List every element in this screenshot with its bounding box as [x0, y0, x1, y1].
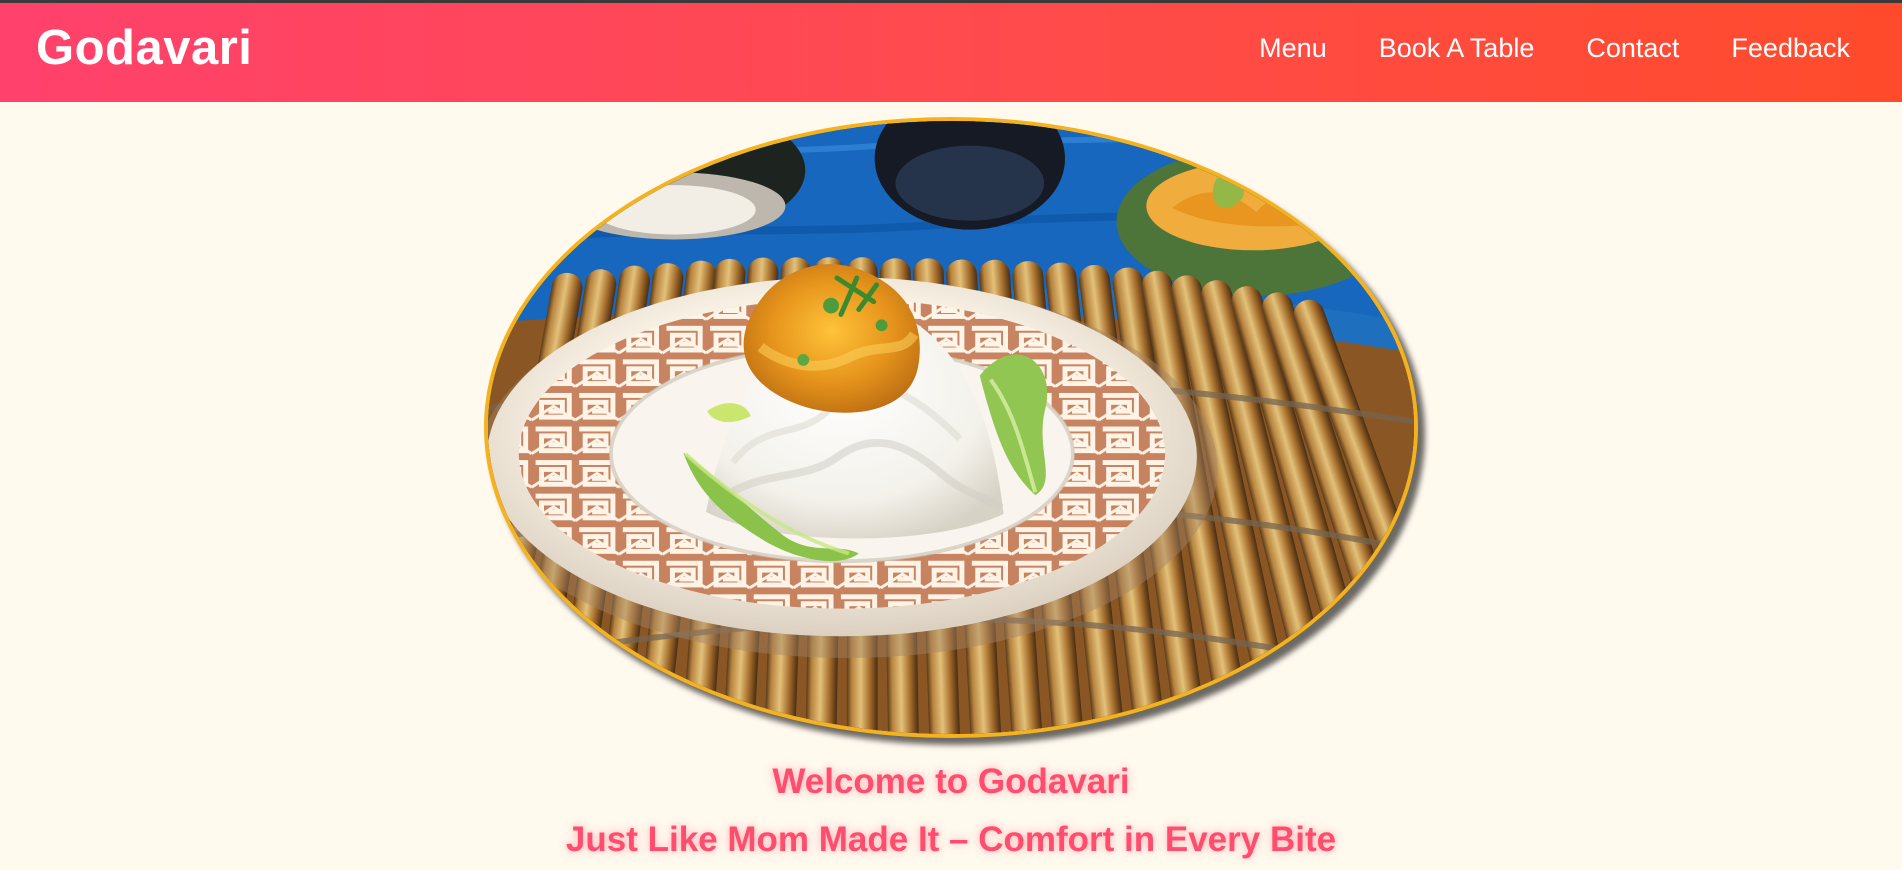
- hero-food-image: [484, 117, 1418, 738]
- nav-feedback-link[interactable]: Feedback: [1731, 35, 1850, 62]
- homepage: Godavari Menu Book A Table Contact Feedb…: [0, 0, 1902, 870]
- food-illustration: [488, 121, 1414, 734]
- welcome-heading: Welcome to Godavari: [772, 762, 1130, 801]
- nav-menu-link[interactable]: Menu: [1259, 35, 1327, 62]
- top-border: [0, 0, 1902, 3]
- site-logo[interactable]: Godavari: [36, 24, 252, 73]
- hero-tagline: Just Like Mom Made It – Comfort in Every…: [565, 820, 1337, 859]
- nav-book-a-table-link[interactable]: Book A Table: [1379, 35, 1535, 62]
- nav-contact-link[interactable]: Contact: [1586, 35, 1679, 62]
- main-navigation: Menu Book A Table Contact Feedback: [1259, 35, 1850, 62]
- site-header: Godavari Menu Book A Table Contact Feedb…: [0, 3, 1902, 102]
